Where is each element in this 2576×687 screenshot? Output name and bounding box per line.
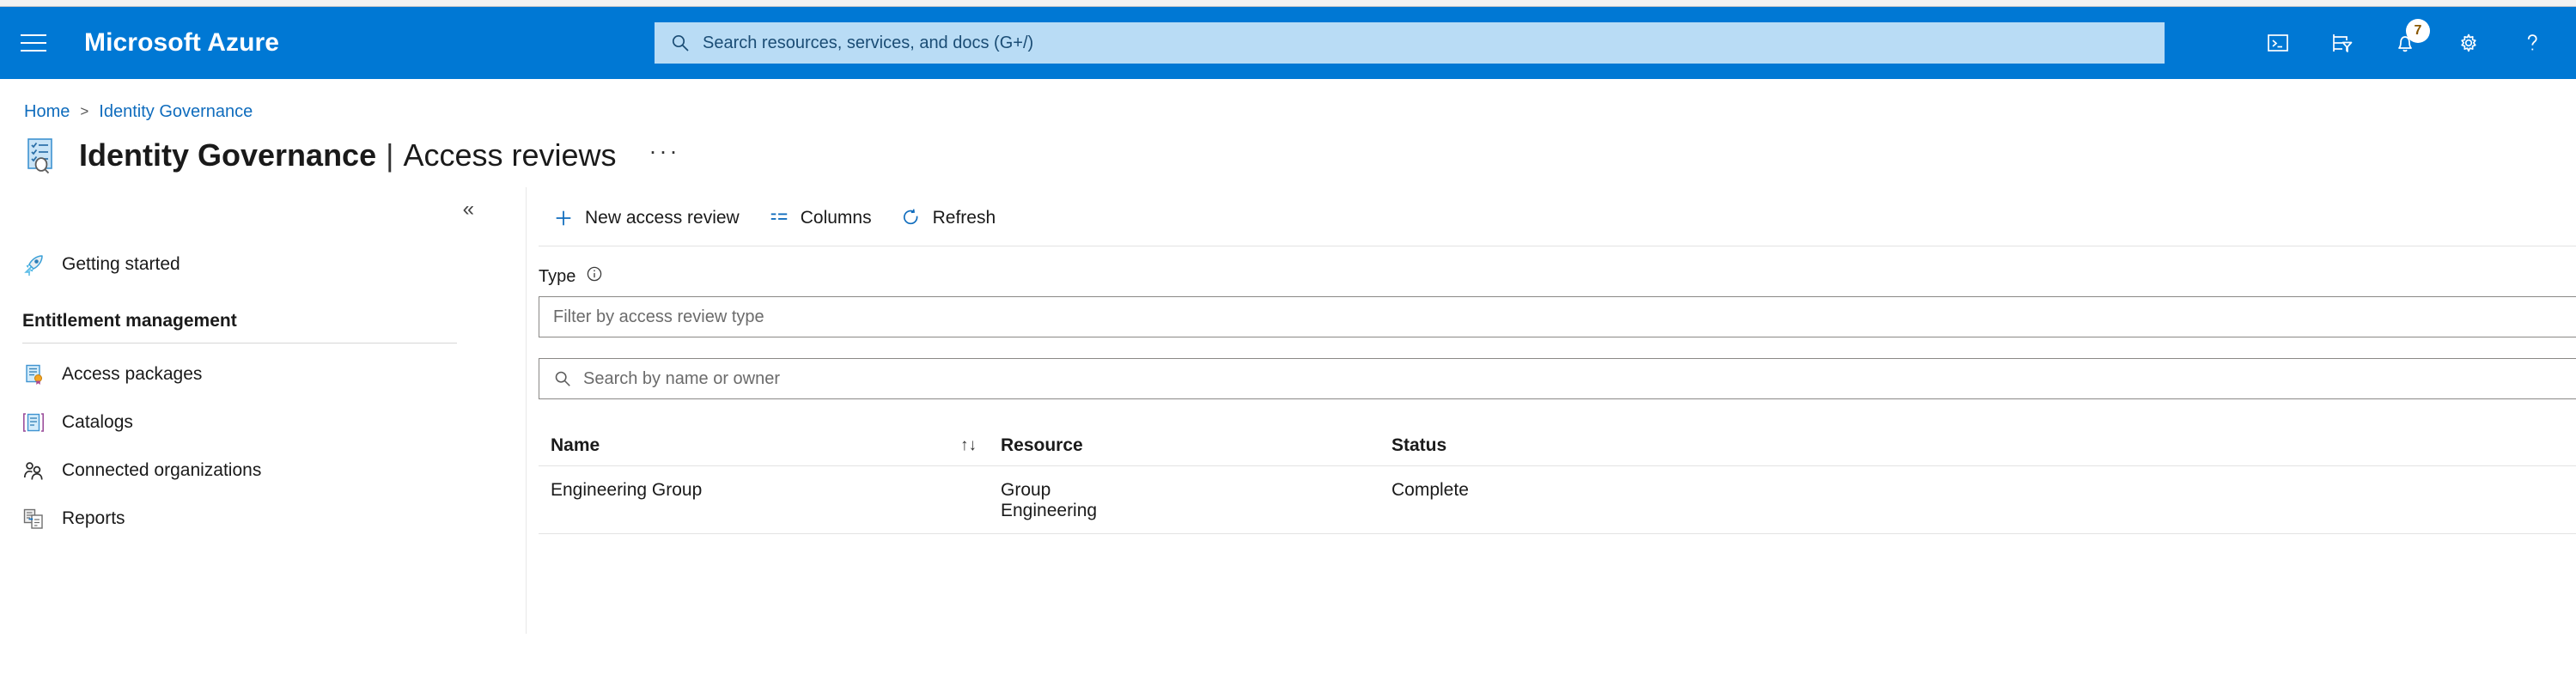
cloud-shell-icon[interactable] [2246,7,2310,79]
refresh-icon [901,208,922,228]
sidebar-item-label: Reports [62,508,125,529]
page-header: Identity Governance | Access reviews ··· [0,124,2576,187]
access-reviews-content: New access review Columns [526,187,2576,634]
refresh-label: Refresh [933,208,996,228]
identity-governance-review-icon [22,135,64,176]
catalogs-icon [22,411,45,434]
page-title-primary: Identity Governance [79,137,376,173]
type-filter-label: Type [539,267,575,287]
bell-icon[interactable]: 7 [2373,7,2437,79]
columns-icon [769,208,789,228]
search-icon [553,369,572,388]
access-reviews-table: Name ↑↓ Resource Status Engineering Grou… [527,425,2576,534]
search-placeholder: Search by name or owner [583,369,780,389]
sort-arrows-icon[interactable]: ↑↓ [960,436,977,455]
cell-resource: Group Engineering [1001,480,1392,521]
info-icon[interactable] [586,265,603,288]
access-packages-icon [22,363,45,386]
notification-count-badge: 7 [2406,19,2430,43]
global-search-placeholder: Search resources, services, and docs (G+… [703,33,1033,53]
breadcrumb: Home > Identity Governance [0,79,2576,124]
plus-icon [553,208,574,228]
columns-label: Columns [801,208,872,228]
question-mark-icon[interactable] [2500,7,2564,79]
brand-title[interactable]: Microsoft Azure [84,28,279,58]
sidebar-item-catalogs[interactable]: Catalogs [0,398,526,447]
reports-icon [22,508,45,530]
window-chrome-strip [0,0,2576,7]
sidebar-item-label: Getting started [62,254,180,275]
command-bar: New access review Columns [527,187,2576,240]
table-row[interactable]: Engineering Group Group Engineering Comp… [539,466,2576,534]
type-filter-label-row: Type [539,265,2576,288]
directory-filter-icon[interactable] [2310,7,2373,79]
new-access-review-label: New access review [585,208,740,228]
table-header-row: Name ↑↓ Resource Status [539,425,2576,466]
sidebar-item-reports[interactable]: Reports [0,495,526,543]
page-title-secondary: Access reviews [403,137,616,173]
sidebar-divider [22,343,457,344]
breadcrumb-item-home[interactable]: Home [24,102,70,122]
search-icon [670,33,691,53]
type-filter-placeholder: Filter by access review type [553,307,764,327]
page-more-menu-button[interactable]: ··· [649,138,680,165]
global-search-input[interactable]: Search resources, services, and docs (G+… [655,22,2165,64]
topbar-action-group: 7 [2246,7,2564,79]
column-header-status[interactable]: Status [1392,435,1735,456]
sidebar-item-getting-started[interactable]: Getting started [0,240,526,289]
sidebar-section-title: Entitlement management [0,289,526,331]
rocket-icon [22,253,45,276]
page-title-divider: | [386,137,393,173]
gear-icon[interactable] [2437,7,2500,79]
column-header-resource[interactable]: Resource [1001,435,1392,456]
azure-top-navigation: Microsoft Azure Search resources, servic… [0,7,2576,79]
new-access-review-button[interactable]: New access review [539,198,754,238]
sidebar-item-label: Catalogs [62,412,133,433]
columns-button[interactable]: Columns [754,198,886,238]
page-title: Identity Governance | Access reviews [79,137,617,173]
sidebar-item-label: Access packages [62,364,202,385]
filter-section: Type Filter by access review type [527,246,2576,399]
column-header-name-label: Name [551,435,600,456]
page-body: « Getting started Entitlement management [0,187,2576,634]
sidebar-item-connected-organizations[interactable]: Connected organizations [0,447,526,495]
refresh-button[interactable]: Refresh [886,198,1011,238]
breadcrumb-separator: > [80,103,88,120]
cell-name: Engineering Group [539,480,1001,501]
people-icon [22,459,45,482]
cell-resource-name: Engineering [1001,501,1392,521]
column-header-name[interactable]: Name ↑↓ [539,435,1001,456]
sidebar-item-label: Connected organizations [62,460,261,481]
left-navigation-pane: « Getting started Entitlement management [0,187,526,634]
type-filter-input[interactable]: Filter by access review type [539,296,2576,337]
breadcrumb-item-identity-governance[interactable]: Identity Governance [99,102,253,122]
table-body: Engineering Group Group Engineering Comp… [539,466,2576,534]
collapse-sidebar-icon[interactable]: « [463,199,474,220]
search-input[interactable]: Search by name or owner [539,358,2576,399]
cell-status: Complete [1392,480,1735,501]
sidebar-item-access-packages[interactable]: Access packages [0,350,526,398]
cell-resource-type: Group [1001,480,1392,501]
hamburger-icon[interactable] [7,16,60,70]
